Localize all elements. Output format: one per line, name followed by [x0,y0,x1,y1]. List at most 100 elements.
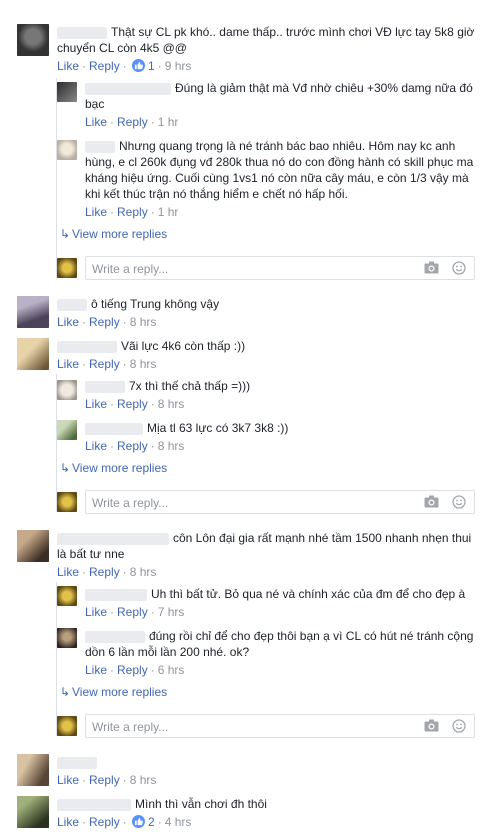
reply-link[interactable]: Reply [117,605,148,619]
reply-link[interactable]: Reply [89,315,120,329]
view-more-replies[interactable]: ↳ View more replies [60,460,167,476]
comment-actions: Like · Reply · 8 hrs [57,357,157,371]
reply-link[interactable]: Reply [117,439,148,453]
comment-text: ô tiếng Trung không vậy [91,297,220,311]
reply-text: Nhưng quang trọng là né tránh bác bao nh… [85,139,474,201]
timestamp[interactable]: 8 hrs [130,315,157,329]
comment-text: Vãi lực 4k6 còn thấp :)) [121,339,246,353]
avatar[interactable] [57,586,77,606]
reply-actions: Like · Reply · 1 hr [85,115,179,129]
timestamp[interactable]: 4 hrs [165,815,192,829]
like-link[interactable]: Like [85,663,107,677]
reply-link[interactable]: Reply [117,205,148,219]
reply-link[interactable]: Reply [117,115,148,129]
redacted-name [57,798,131,811]
avatar[interactable] [17,338,49,370]
avatar[interactable] [57,82,77,102]
timestamp[interactable]: 8 hrs [130,357,157,371]
reply-body: 7x thì thế chả thấp =))) [85,378,475,394]
avatar[interactable] [57,380,77,400]
comment-actions: Like · Reply · 8 hrs [57,773,157,787]
reply-link[interactable]: Reply [117,397,148,411]
comment-body [57,754,477,770]
timestamp[interactable]: 9 hrs [165,59,192,73]
reply-text: Uh thì bất tử. Bỏ qua né và chính xác củ… [151,587,466,601]
avatar[interactable] [17,296,49,328]
like-link[interactable]: Like [85,439,107,453]
reply-text: Mịa tl 63 lực có 3k7 3k8 :)) [147,421,289,435]
redacted-name [85,380,125,393]
like-link[interactable]: Like [85,397,107,411]
timestamp[interactable]: 1 hr [158,205,179,219]
reply-input[interactable]: Write a reply... [85,256,475,280]
reply-link[interactable]: Reply [89,59,120,73]
timestamp[interactable]: 8 hrs [130,565,157,579]
redacted-name [85,422,143,435]
current-user-avatar [57,716,77,736]
like-reaction-icon[interactable] [131,59,145,72]
like-link[interactable]: Like [57,357,79,371]
reply-arrow-icon: ↳ [60,685,71,699]
redacted-name [57,298,87,311]
reply-body: Mịa tl 63 lực có 3k7 3k8 :)) [85,420,475,436]
thread-line [56,78,57,278]
comment-body: ô tiếng Trung không vậy [57,296,477,312]
like-link[interactable]: Like [57,59,79,73]
reply-arrow-icon: ↳ [60,227,71,241]
timestamp[interactable]: 6 hrs [158,663,185,677]
comment-body: Vãi lực 4k6 còn thấp :)) [57,338,477,354]
avatar[interactable] [17,530,49,562]
like-link[interactable]: Like [85,115,107,129]
camera-icon[interactable] [424,495,440,509]
reply-actions: Like · Reply · 8 hrs [85,397,185,411]
redacted-name [57,340,117,353]
timestamp[interactable]: 1 hr [158,115,179,129]
timestamp[interactable]: 8 hrs [158,397,185,411]
reply-link[interactable]: Reply [89,815,120,829]
reply-actions: Like · Reply · 7 hrs [85,605,185,619]
reply-body: đúng rồi chỉ để cho đẹp thôi bạn ạ vì CL… [85,628,475,660]
reply-body: Nhưng quang trọng là né tránh bác bao nh… [85,138,477,202]
avatar[interactable] [57,628,77,648]
like-link[interactable]: Like [57,773,79,787]
like-link[interactable]: Like [57,315,79,329]
comment-actions: Like · Reply · 1 · 9 hrs [57,59,192,73]
camera-icon[interactable] [424,719,440,733]
emoji-icon[interactable] [452,261,468,275]
like-link[interactable]: Like [85,605,107,619]
redacted-name [85,630,145,643]
reply-body: Đúng là giảm thật mà Vđ nhờ chiêu +30% d… [85,80,475,112]
like-reaction-icon[interactable] [131,815,145,828]
reply-input[interactable]: Write a reply... [85,490,475,514]
reply-link[interactable]: Reply [89,773,120,787]
comment-text: Mình thì vẫn chơi đh thôi [135,797,267,811]
timestamp[interactable]: 8 hrs [130,773,157,787]
timestamp[interactable]: 7 hrs [158,605,185,619]
redacted-name [85,588,147,601]
view-more-replies[interactable]: ↳ View more replies [60,226,167,242]
camera-icon[interactable] [424,261,440,275]
comment-body: Mình thì vẫn chơi đh thôi [57,796,477,812]
comment-actions: Like · Reply · 8 hrs [57,565,157,579]
avatar[interactable] [17,24,49,56]
like-link[interactable]: Like [57,815,79,829]
reply-input[interactable]: Write a reply... [85,714,475,738]
reaction-count[interactable]: 1 [148,59,155,73]
reply-link[interactable]: Reply [117,663,148,677]
reply-link[interactable]: Reply [89,565,120,579]
timestamp[interactable]: 8 hrs [158,439,185,453]
emoji-icon[interactable] [452,495,468,509]
reaction-count[interactable]: 2 [148,815,155,829]
avatar[interactable] [17,754,49,786]
like-link[interactable]: Like [57,565,79,579]
reply-link[interactable]: Reply [89,357,120,371]
avatar[interactable] [57,140,77,160]
comment-body: côn Lôn đại gia rất mạnh nhé tầm 1500 nh… [57,530,477,562]
avatar[interactable] [57,420,77,440]
emoji-icon[interactable] [452,719,468,733]
view-more-replies[interactable]: ↳ View more replies [60,684,167,700]
redacted-name [57,756,97,769]
avatar[interactable] [17,796,49,828]
like-link[interactable]: Like [85,205,107,219]
current-user-avatar [57,492,77,512]
